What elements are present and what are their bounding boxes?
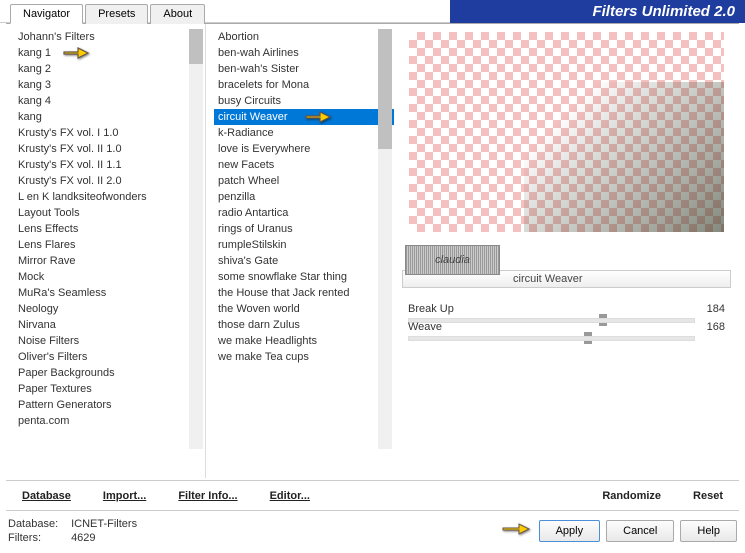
cancel-button[interactable]: Cancel — [606, 520, 674, 542]
category-item[interactable]: Oliver's Filters — [14, 349, 205, 365]
filter-item[interactable]: rumpleStilskin — [214, 237, 394, 253]
category-item[interactable]: Noise Filters — [14, 333, 205, 349]
reset-button[interactable]: Reset — [677, 488, 739, 504]
filter-item[interactable]: the Woven world — [214, 301, 394, 317]
filter-scrollbar[interactable] — [378, 29, 392, 449]
slider-value: 184 — [695, 303, 725, 315]
category-item[interactable]: kang — [14, 109, 205, 125]
slider-handle[interactable] — [584, 332, 592, 344]
slider-label: Break Up — [408, 303, 454, 315]
filter-panel: Abortionben-wah Airlinesben-wah's Sister… — [206, 24, 394, 478]
category-item[interactable]: Lens Flares — [14, 237, 205, 253]
tab-about[interactable]: About — [150, 4, 205, 24]
filter-item[interactable]: love is Everywhere — [214, 141, 394, 157]
category-item[interactable]: Johann's Filters — [14, 29, 205, 45]
category-item[interactable]: kang 3 — [14, 77, 205, 93]
database-button[interactable]: Database — [6, 488, 87, 504]
toolbar: Database Import... Filter Info... Editor… — [6, 480, 739, 506]
filter-item[interactable]: k-Radiance — [214, 125, 394, 141]
category-scrollbar[interactable] — [189, 29, 203, 449]
category-item[interactable]: Krusty's FX vol. I 1.0 — [14, 125, 205, 141]
help-button[interactable]: Help — [680, 520, 737, 542]
category-item[interactable]: Nirvana — [14, 317, 205, 333]
category-item[interactable]: kang 2 — [14, 61, 205, 77]
filter-info-button[interactable]: Filter Info... — [162, 488, 253, 504]
preview-image — [409, 32, 724, 232]
category-item[interactable]: Pattern Generators — [14, 397, 205, 413]
filter-item[interactable]: radio Antartica — [214, 205, 394, 221]
filter-item[interactable]: penzilla — [214, 189, 394, 205]
filter-list[interactable]: Abortionben-wah Airlinesben-wah's Sister… — [214, 29, 394, 449]
randomize-button[interactable]: Randomize — [586, 488, 677, 504]
tabs: NavigatorPresetsAbout — [10, 4, 207, 24]
filter-item[interactable]: bracelets for Mona — [214, 77, 394, 93]
filter-item[interactable]: Abortion — [214, 29, 394, 45]
category-item[interactable]: Krusty's FX vol. II 2.0 — [14, 173, 205, 189]
filter-item[interactable]: some snowflake Star thing — [214, 269, 394, 285]
current-filter-name: circuit Weaver — [513, 273, 582, 285]
category-item[interactable]: Lens Effects — [14, 221, 205, 237]
filter-item[interactable]: ben-wah's Sister — [214, 61, 394, 77]
category-item[interactable]: Mirror Rave — [14, 253, 205, 269]
filter-item[interactable]: those darn Zulus — [214, 317, 394, 333]
filter-item[interactable]: circuit Weaver — [214, 109, 394, 125]
app-title: Filters Unlimited 2.0 — [592, 3, 735, 20]
category-list[interactable]: Johann's Filterskang 1kang 2kang 3kang 4… — [14, 29, 205, 449]
tab-presets[interactable]: Presets — [85, 4, 148, 24]
filter-item[interactable]: new Facets — [214, 157, 394, 173]
main-panel: Johann's Filterskang 1kang 2kang 3kang 4… — [6, 23, 739, 478]
category-item[interactable]: Mock — [14, 269, 205, 285]
header-band: Filters Unlimited 2.0 — [450, 0, 745, 23]
category-item[interactable]: Layout Tools — [14, 205, 205, 221]
editor-button[interactable]: Editor... — [254, 488, 326, 504]
filter-item[interactable]: patch Wheel — [214, 173, 394, 189]
category-item[interactable]: Krusty's FX vol. II 1.0 — [14, 141, 205, 157]
parameter-sliders: Break Up 184 Weave 168 — [402, 300, 731, 336]
slider-weave[interactable]: Weave 168 — [402, 318, 731, 336]
footer: Database: ICNET-Filters Filters: 4629 Ap… — [6, 510, 739, 550]
watermark: claudia — [405, 245, 500, 275]
category-item[interactable]: Neology — [14, 301, 205, 317]
category-item[interactable]: Paper Textures — [14, 381, 205, 397]
slider-break-up[interactable]: Break Up 184 — [402, 300, 731, 318]
filter-item[interactable]: we make Tea cups — [214, 349, 394, 365]
category-item[interactable]: Paper Backgrounds — [14, 365, 205, 381]
slider-value: 168 — [695, 321, 725, 333]
filter-item[interactable]: shiva's Gate — [214, 253, 394, 269]
filter-item[interactable]: ben-wah Airlines — [214, 45, 394, 61]
import-button[interactable]: Import... — [87, 488, 162, 504]
apply-button[interactable]: Apply — [539, 520, 601, 542]
filter-item[interactable]: busy Circuits — [214, 93, 394, 109]
category-item[interactable]: L en K landksiteofwonders — [14, 189, 205, 205]
slider-label: Weave — [408, 321, 442, 333]
category-item[interactable]: kang 4 — [14, 93, 205, 109]
filter-item[interactable]: rings of Uranus — [214, 221, 394, 237]
tab-navigator[interactable]: Navigator — [10, 4, 83, 24]
filter-item[interactable]: we make Headlights — [214, 333, 394, 349]
category-panel: Johann's Filterskang 1kang 2kang 3kang 4… — [6, 24, 206, 478]
category-item[interactable]: kang 1 — [14, 45, 205, 61]
category-item[interactable]: Krusty's FX vol. II 1.1 — [14, 157, 205, 173]
pointer-icon — [501, 518, 531, 540]
filter-item[interactable]: the House that Jack rented — [214, 285, 394, 301]
category-item[interactable]: MuRa's Seamless — [14, 285, 205, 301]
status-info: Database: ICNET-Filters Filters: 4629 — [8, 517, 137, 545]
category-item[interactable]: penta.com — [14, 413, 205, 429]
